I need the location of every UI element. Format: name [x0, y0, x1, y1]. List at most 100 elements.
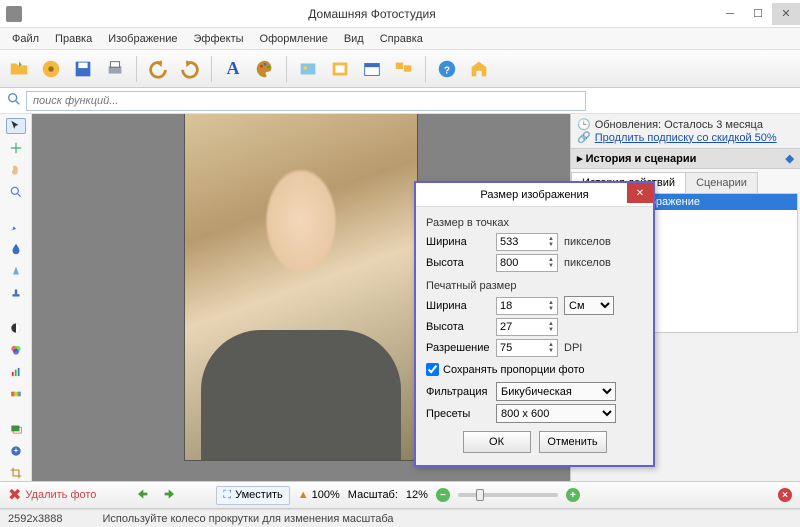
print-group-label: Печатный размер	[426, 280, 643, 292]
palette-button[interactable]	[250, 54, 280, 84]
separator	[286, 56, 287, 82]
adjust-tool[interactable]	[6, 421, 26, 437]
menu-view[interactable]: Вид	[336, 31, 372, 47]
search-icon	[6, 91, 22, 110]
save-button[interactable]	[68, 54, 98, 84]
print-width-input[interactable]: 18▲▼	[496, 297, 558, 315]
extend-link[interactable]: Продлить подписку со скидкой 50%	[595, 132, 777, 144]
zoom-in-button[interactable]: +	[566, 488, 580, 502]
blur-tool[interactable]	[6, 263, 26, 279]
resize-dialog: Размер изображения ✕ Размер в точках Шир…	[414, 181, 655, 467]
fit-icon: ⛶	[223, 489, 231, 502]
wizard-button[interactable]	[36, 54, 66, 84]
resolution-input[interactable]: 75▲▼	[496, 339, 558, 357]
filter-label: Фильтрация	[426, 386, 490, 398]
menubar: Файл Правка Изображение Эффекты Оформлен…	[0, 28, 800, 50]
separator	[211, 56, 212, 82]
fit-button[interactable]: ⛶Уместить	[216, 486, 289, 505]
height-input[interactable]: 800▲▼	[496, 254, 558, 272]
unit-select[interactable]: См	[564, 296, 614, 315]
height-label: Высота	[426, 257, 490, 269]
fx-tool[interactable]	[6, 443, 26, 459]
menu-help[interactable]: Справка	[372, 31, 431, 47]
preset-select[interactable]: 800 x 600	[496, 404, 616, 423]
stamp-tool[interactable]	[6, 285, 26, 301]
dpi-unit: DPI	[564, 342, 582, 354]
main-area: 🕒Обновления: Осталось 3 месяца 🔗Продлить…	[0, 114, 800, 481]
svg-text:?: ?	[444, 65, 450, 76]
zoom-slider[interactable]	[458, 493, 558, 497]
scale-value: 12%	[406, 489, 428, 501]
update-box: 🕒Обновления: Осталось 3 месяца 🔗Продлить…	[571, 114, 800, 148]
ok-button[interactable]: ОК	[463, 431, 531, 453]
tab-scenarios[interactable]: Сценарии	[685, 172, 758, 193]
crop-tool[interactable]	[6, 465, 26, 481]
print-height-input[interactable]: 27▲▼	[496, 318, 558, 336]
undo-button[interactable]	[143, 54, 173, 84]
droplet-tool[interactable]	[6, 241, 26, 257]
zoom-reset-button[interactable]: ×	[778, 488, 792, 502]
frame-button[interactable]	[325, 54, 355, 84]
statusbar: 2592x3888 Используйте колесо прокрутки д…	[0, 509, 800, 527]
slider-thumb[interactable]	[476, 489, 484, 501]
menu-effects[interactable]: Эффекты	[186, 31, 252, 47]
separator	[136, 56, 137, 82]
hundred-button[interactable]: ▲100%	[298, 489, 340, 501]
hundred-label: 100%	[312, 489, 340, 501]
dialog-title: Размер изображения	[480, 189, 588, 201]
main-toolbar: A ?	[0, 50, 800, 88]
px-unit: пикселов	[564, 236, 611, 248]
gradient-tool[interactable]	[6, 386, 26, 402]
close-button[interactable]: ✕	[772, 3, 800, 25]
collapse-icon[interactable]: ◆	[786, 152, 794, 165]
menu-file[interactable]: Файл	[4, 31, 47, 47]
resolution-label: Разрешение	[426, 342, 490, 354]
open-button[interactable]	[4, 54, 34, 84]
px-unit-2: пикселов	[564, 257, 611, 269]
filter-select[interactable]: Бикубическая	[496, 382, 616, 401]
update-text: Обновления: Осталось 3 месяца	[595, 119, 763, 131]
zoom-tool[interactable]	[6, 184, 26, 200]
zoom-out-button[interactable]: −	[436, 488, 450, 502]
titlebar: Домашняя Фотостудия ─ ☐ ✕	[0, 0, 800, 28]
text-button[interactable]: A	[218, 54, 248, 84]
rgb-tool[interactable]	[6, 342, 26, 358]
dialog-close-button[interactable]: ✕	[627, 183, 653, 203]
levels-tool[interactable]	[6, 364, 26, 380]
prev-arrow[interactable]	[132, 486, 152, 505]
next-arrow[interactable]	[160, 486, 180, 505]
keep-ratio-label: Сохранять пропорции фото	[443, 364, 585, 376]
maximize-button[interactable]: ☐	[744, 3, 772, 25]
dialog-titlebar[interactable]: Размер изображения ✕	[416, 183, 653, 207]
hand-tool[interactable]	[6, 162, 26, 178]
delete-photo-button[interactable]: ✖Удалить фото	[8, 485, 96, 505]
width-input[interactable]: 533▲▼	[496, 233, 558, 251]
app-icon	[6, 6, 22, 22]
brush-tool[interactable]	[6, 219, 26, 235]
menu-design[interactable]: Оформление	[252, 31, 336, 47]
status-hint: Используйте колесо прокрутки для изменен…	[102, 513, 393, 525]
menu-edit[interactable]: Правка	[47, 31, 100, 47]
help-button[interactable]: ?	[432, 54, 462, 84]
tool-palette	[0, 114, 32, 481]
scale-label: Масштаб:	[348, 489, 398, 501]
calendar-button[interactable]	[357, 54, 387, 84]
pointer-tool[interactable]	[6, 118, 26, 134]
search-input[interactable]	[26, 91, 586, 111]
menu-image[interactable]: Изображение	[100, 31, 185, 47]
history-header: ▸ История и сценарии ◆	[571, 148, 800, 169]
move-tool[interactable]	[6, 140, 26, 156]
collage-button[interactable]	[389, 54, 419, 84]
redo-button[interactable]	[175, 54, 205, 84]
contrast-tool[interactable]	[6, 320, 26, 336]
keep-ratio-checkbox[interactable]	[426, 363, 439, 376]
status-dims: 2592x3888	[8, 513, 62, 525]
print-height-label: Высота	[426, 321, 490, 333]
print-button[interactable]	[100, 54, 130, 84]
effects-button[interactable]	[293, 54, 323, 84]
cancel-button[interactable]: Отменить	[539, 431, 607, 453]
app-title: Домашняя Фотостудия	[28, 7, 716, 21]
home-button[interactable]	[464, 54, 494, 84]
minimize-button[interactable]: ─	[716, 3, 744, 25]
bottombar: ✖Удалить фото ⛶Уместить ▲100% Масштаб: 1…	[0, 481, 800, 509]
